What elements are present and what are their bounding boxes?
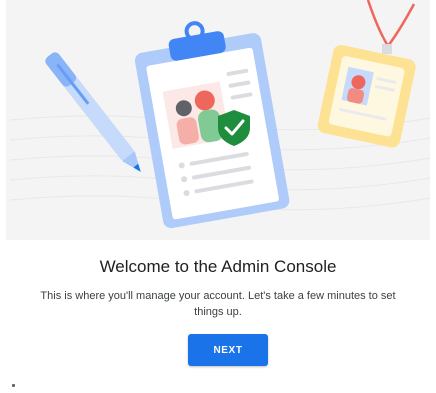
hero-illustration [0,0,436,240]
welcome-dialog: Welcome to the Admin Console This is whe… [0,0,436,393]
id-badge-icon [317,44,416,148]
welcome-title: Welcome to the Admin Console [99,257,337,276]
pen-icon [45,52,141,172]
clipboard-icon [134,21,290,229]
welcome-description: This is where you'll manage your account… [40,290,396,318]
next-button[interactable]: NEXT [188,334,268,366]
illustration-svg [9,0,431,229]
corner-mark [12,384,15,387]
